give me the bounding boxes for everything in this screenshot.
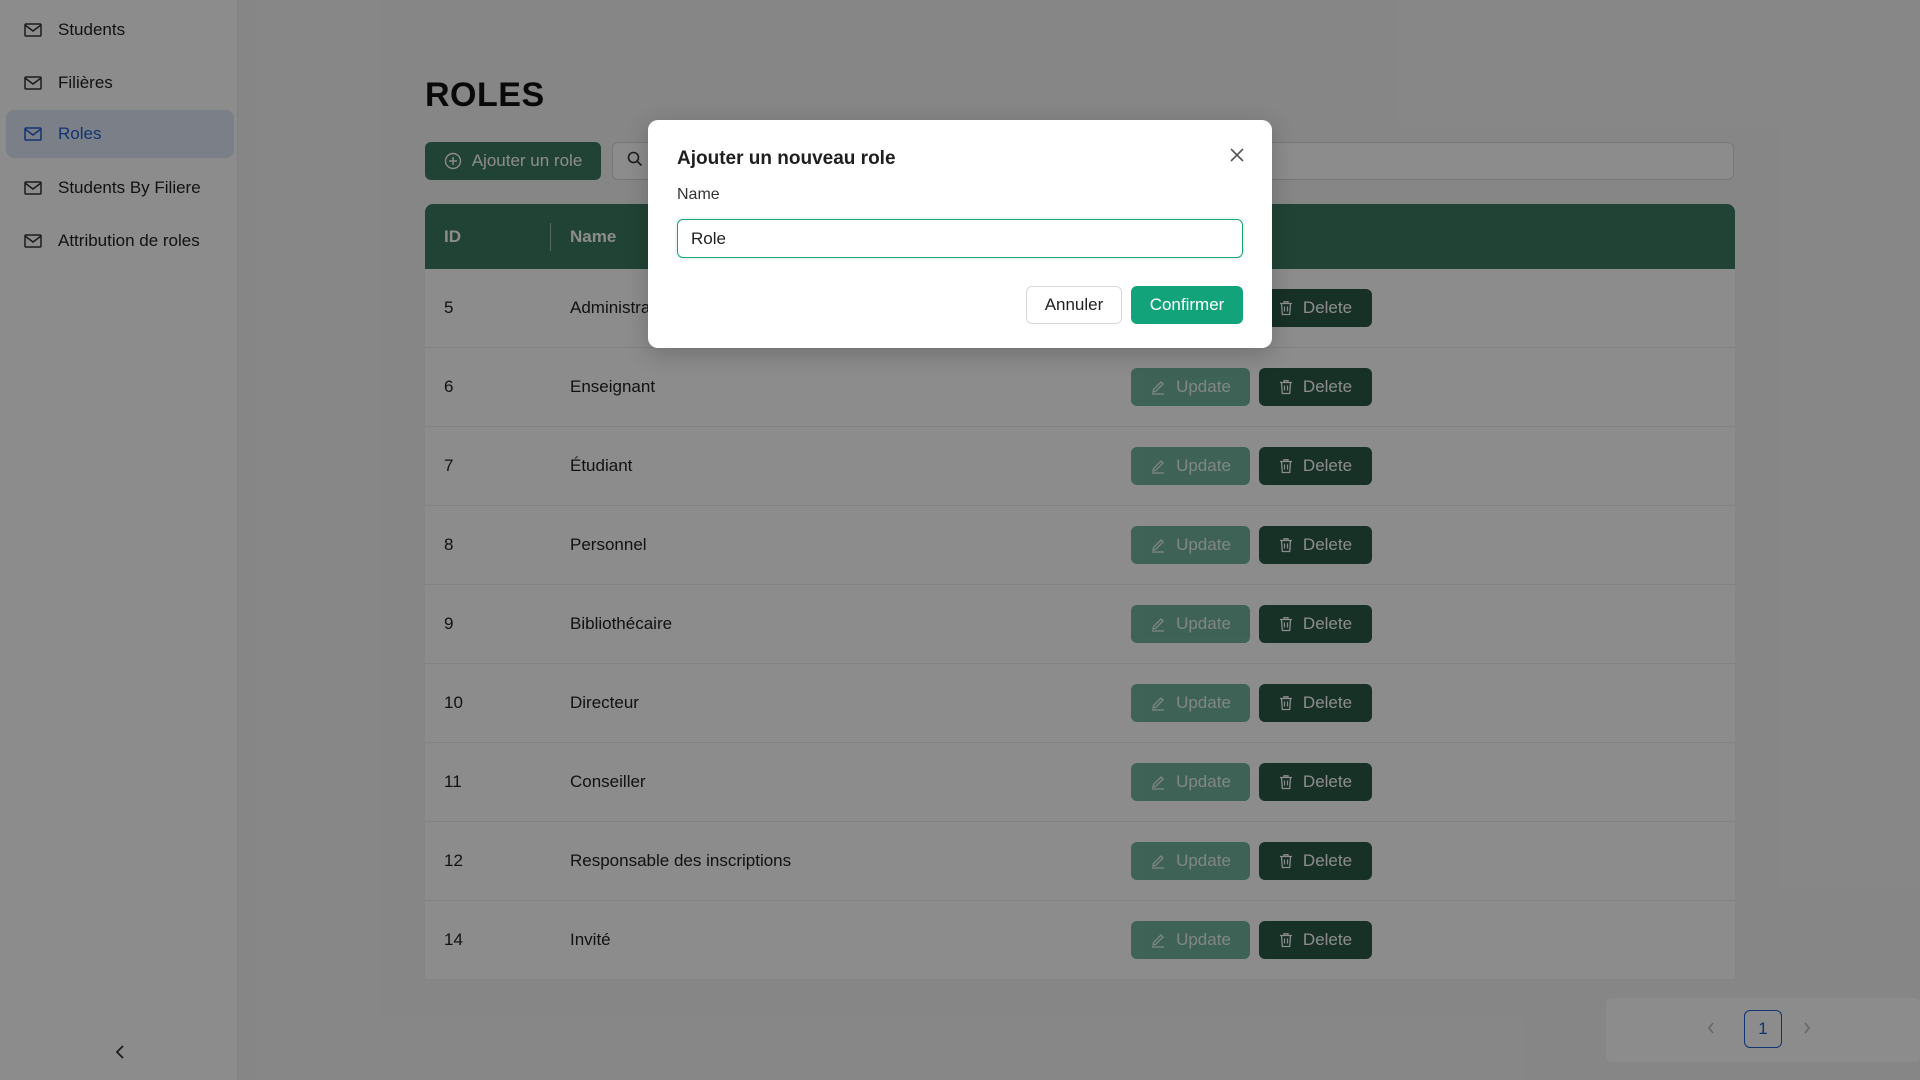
confirm-button[interactable]: Confirmer [1131,286,1243,324]
close-icon[interactable] [1226,144,1248,166]
cancel-button[interactable]: Annuler [1026,286,1122,324]
modal-title: Ajouter un nouveau role [677,148,896,169]
add-role-modal: Ajouter un nouveau role Name Annuler Con… [648,120,1272,348]
name-field-label: Name [677,186,720,203]
name-field[interactable] [677,219,1243,258]
